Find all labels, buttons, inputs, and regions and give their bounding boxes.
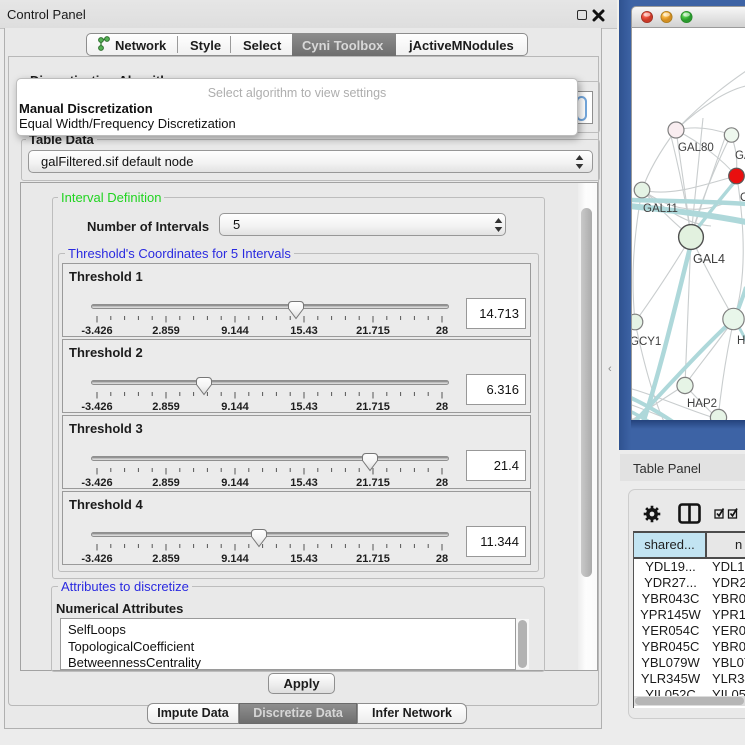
svg-text:C: C <box>740 192 745 204</box>
svg-text:GAL1: GAL1 <box>735 150 745 162</box>
svg-text:GAL11: GAL11 <box>643 203 678 215</box>
svg-text:GAL4: GAL4 <box>693 252 725 266</box>
svg-text:GCY1: GCY1 <box>632 336 661 348</box>
svg-text:HAP2: HAP2 <box>687 398 717 410</box>
svg-text:H: H <box>737 335 745 347</box>
svg-text:GAL80: GAL80 <box>678 142 714 154</box>
